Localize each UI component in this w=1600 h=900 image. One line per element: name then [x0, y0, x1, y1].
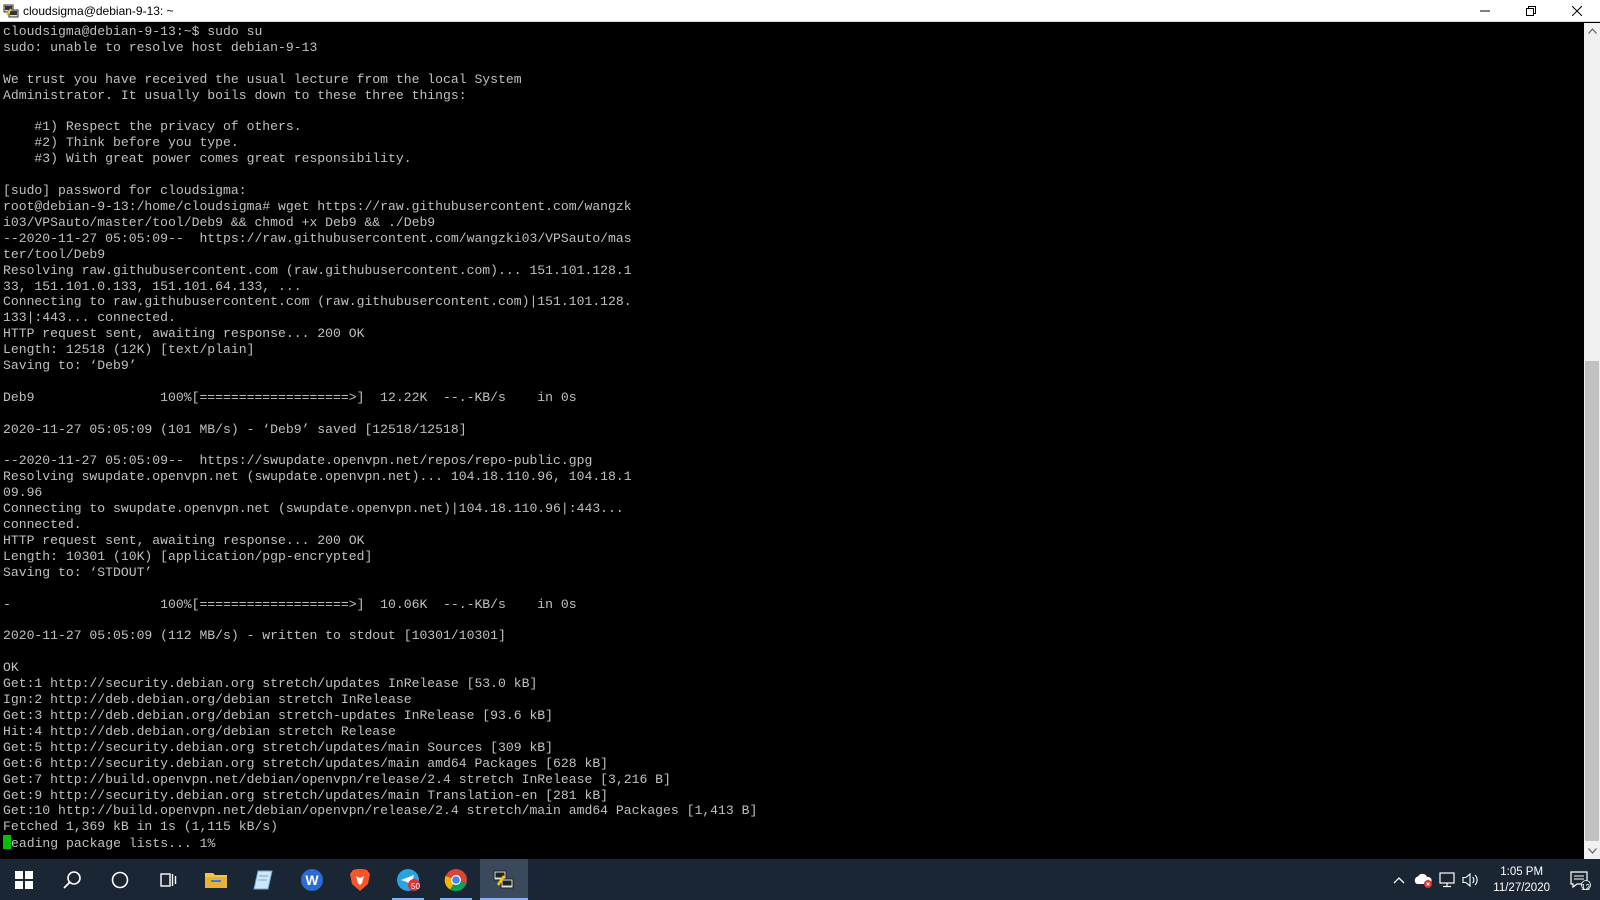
putty-icon: [493, 870, 514, 888]
terminal-line: Deb9 100%[===================>] 12.22K -…: [3, 389, 577, 405]
network-icon: [1439, 871, 1455, 887]
terminal-line: i03/VPSauto/master/tool/Deb9 && chmod +x…: [3, 214, 436, 230]
terminal-line: Get:6 http://security.debian.org stretch…: [3, 755, 609, 771]
terminal-line: root@debian-9-13:/home/cloudsigma# wget …: [3, 198, 632, 214]
chevron-up-icon: [1393, 876, 1405, 883]
terminal-line: Fetched 1,369 kB in 1s (1,115 kB/s): [3, 819, 279, 835]
terminal-line: We trust you have received the usual lec…: [3, 71, 522, 87]
terminal-line: - 100%[===================>] 10.06K --.-…: [3, 596, 577, 612]
close-icon: [1572, 6, 1582, 16]
terminal-line: Get:5 http://security.debian.org stretch…: [3, 739, 554, 755]
file-explorer-button[interactable]: [192, 859, 240, 900]
terminal-line: connected.: [3, 517, 82, 533]
word-icon: W: [301, 868, 323, 891]
system-tray: 1:05 PM 11/27/2020 12: [1387, 859, 1600, 900]
notification-count-badge: 12: [1581, 883, 1590, 892]
brave-button[interactable]: [336, 859, 384, 900]
chrome-icon: [444, 868, 467, 891]
taskbar: W 50 1:05 PM 11/27/2020 12: [0, 859, 1600, 900]
terminal-line: 133|:443... connected.: [3, 310, 176, 326]
terminal-line: Saving to: ‘Deb9’: [3, 358, 137, 374]
terminal-line: Get:9 http://security.debian.org stretch…: [3, 787, 609, 803]
restore-icon: [1526, 6, 1536, 16]
search-icon: [63, 870, 81, 889]
task-view-icon: [160, 872, 177, 887]
putty-taskbar-button[interactable]: [480, 859, 528, 900]
cortana-button[interactable]: [96, 859, 144, 900]
brave-icon: [350, 868, 370, 891]
putty-icon: [3, 3, 19, 19]
chevron-down-icon: [1587, 848, 1597, 854]
terminal-line: 09.96: [3, 485, 43, 501]
terminal-line: Length: 12518 (12K) [text/plain]: [3, 342, 255, 358]
close-button[interactable]: [1554, 0, 1600, 22]
chrome-button[interactable]: [432, 859, 480, 900]
terminal-line: HTTP request sent, awaiting response... …: [3, 326, 365, 342]
chevron-up-icon: [1587, 28, 1597, 34]
telegram-unread-badge: 50: [411, 882, 420, 891]
window-titlebar[interactable]: cloudsigma@debian-9-13: ~: [0, 0, 1600, 22]
network-tray-button[interactable]: [1435, 859, 1459, 900]
notepad-button[interactable]: [240, 859, 288, 900]
terminal-line: Resolving swupdate.openvpn.net (swupdate…: [3, 469, 632, 485]
clock-date: 11/27/2020: [1493, 881, 1550, 894]
terminal-line: ter/tool/Deb9: [3, 246, 106, 262]
terminal-line: Saving to: ‘STDOUT’: [3, 564, 153, 580]
start-icon: [15, 870, 33, 889]
cortana-icon: [111, 871, 129, 888]
scrollbar-thumb[interactable]: [1585, 361, 1599, 841]
terminal-text: cloudsigma@debian-9-13:~$ sudo su sudo: …: [0, 23, 1583, 852]
telegram-button[interactable]: 50: [384, 859, 432, 900]
scroll-down-button[interactable]: [1584, 843, 1600, 859]
terminal-line: Administrator. It usually boils down to …: [3, 87, 467, 103]
terminal-line: 2020-11-27 05:05:09 (101 MB/s) - ‘Deb9’ …: [3, 421, 467, 437]
onedrive-tray-button[interactable]: [1411, 859, 1435, 900]
terminal-line: Connecting to raw.githubusercontent.com …: [3, 294, 632, 310]
terminal-line: 2020-11-27 05:05:09 (112 MB/s) - written…: [3, 628, 506, 644]
scroll-up-button[interactable]: [1584, 23, 1600, 39]
terminal-line: --2020-11-27 05:05:09-- https://raw.gith…: [3, 230, 632, 246]
terminal-line: Get:1 http://security.debian.org stretch…: [3, 676, 538, 692]
word-button[interactable]: W: [288, 859, 336, 900]
file-explorer-icon: [205, 872, 227, 888]
search-button[interactable]: [48, 859, 96, 900]
terminal-line: --2020-11-27 05:05:09-- https://swupdate…: [3, 453, 593, 469]
terminal-line: 33, 151.101.0.133, 151.101.64.133, ...: [3, 278, 302, 294]
show-hidden-icons-button[interactable]: [1387, 859, 1411, 900]
volume-icon: [1462, 872, 1478, 887]
vertical-scrollbar[interactable]: [1584, 23, 1600, 859]
terminal-line: #2) Think before you type.: [3, 135, 239, 151]
terminal-line: Ign:2 http://deb.debian.org/debian stret…: [3, 692, 412, 708]
task-view-button[interactable]: [144, 859, 192, 900]
volume-tray-button[interactable]: [1459, 859, 1483, 900]
action-center-button[interactable]: 12: [1560, 859, 1600, 900]
terminal-line: Get:10 http://build.openvpn.net/debian/o…: [3, 803, 758, 819]
taskbar-clock[interactable]: 1:05 PM 11/27/2020: [1483, 864, 1560, 896]
window-title: cloudsigma@debian-9-13: ~: [23, 3, 174, 18]
terminal-line: [sudo] password for cloudsigma:: [3, 183, 247, 199]
onedrive-error-icon: [1415, 873, 1433, 888]
terminal-line: Get:7 http://build.openvpn.net/debian/op…: [3, 771, 671, 787]
terminal-output[interactable]: cloudsigma@debian-9-13:~$ sudo su sudo: …: [0, 23, 1583, 859]
start-button[interactable]: [0, 859, 48, 900]
terminal-line: cloudsigma@debian-9-13:~$ sudo su: [3, 24, 263, 39]
terminal-line-current: eading package lists... 1%: [11, 836, 216, 852]
minimize-button[interactable]: [1462, 0, 1508, 22]
terminal-line: sudo: unable to resolve host debian-9-13: [3, 39, 318, 55]
terminal-line: #1) Respect the privacy of others.: [3, 119, 302, 135]
notepad-icon: [253, 870, 273, 889]
terminal-line: Connecting to swupdate.openvpn.net (swup…: [3, 501, 624, 517]
text-cursor: [3, 835, 11, 850]
terminal-line: HTTP request sent, awaiting response... …: [3, 533, 365, 548]
terminal-line: OK: [3, 660, 19, 676]
terminal-line: Resolving raw.githubusercontent.com (raw…: [3, 262, 632, 278]
terminal-line: #3) With great power comes great respons…: [3, 151, 412, 167]
terminal-line: Hit:4 http://deb.debian.org/debian stret…: [3, 723, 396, 739]
terminal-line: Get:3 http://deb.debian.org/debian stret…: [3, 707, 554, 723]
terminal-line: Length: 10301 (10K) [application/pgp-enc…: [3, 548, 373, 564]
restore-button[interactable]: [1508, 0, 1554, 22]
minimize-icon: [1480, 10, 1490, 12]
svg-text:W: W: [305, 872, 319, 888]
clock-time: 1:05 PM: [1500, 865, 1544, 878]
